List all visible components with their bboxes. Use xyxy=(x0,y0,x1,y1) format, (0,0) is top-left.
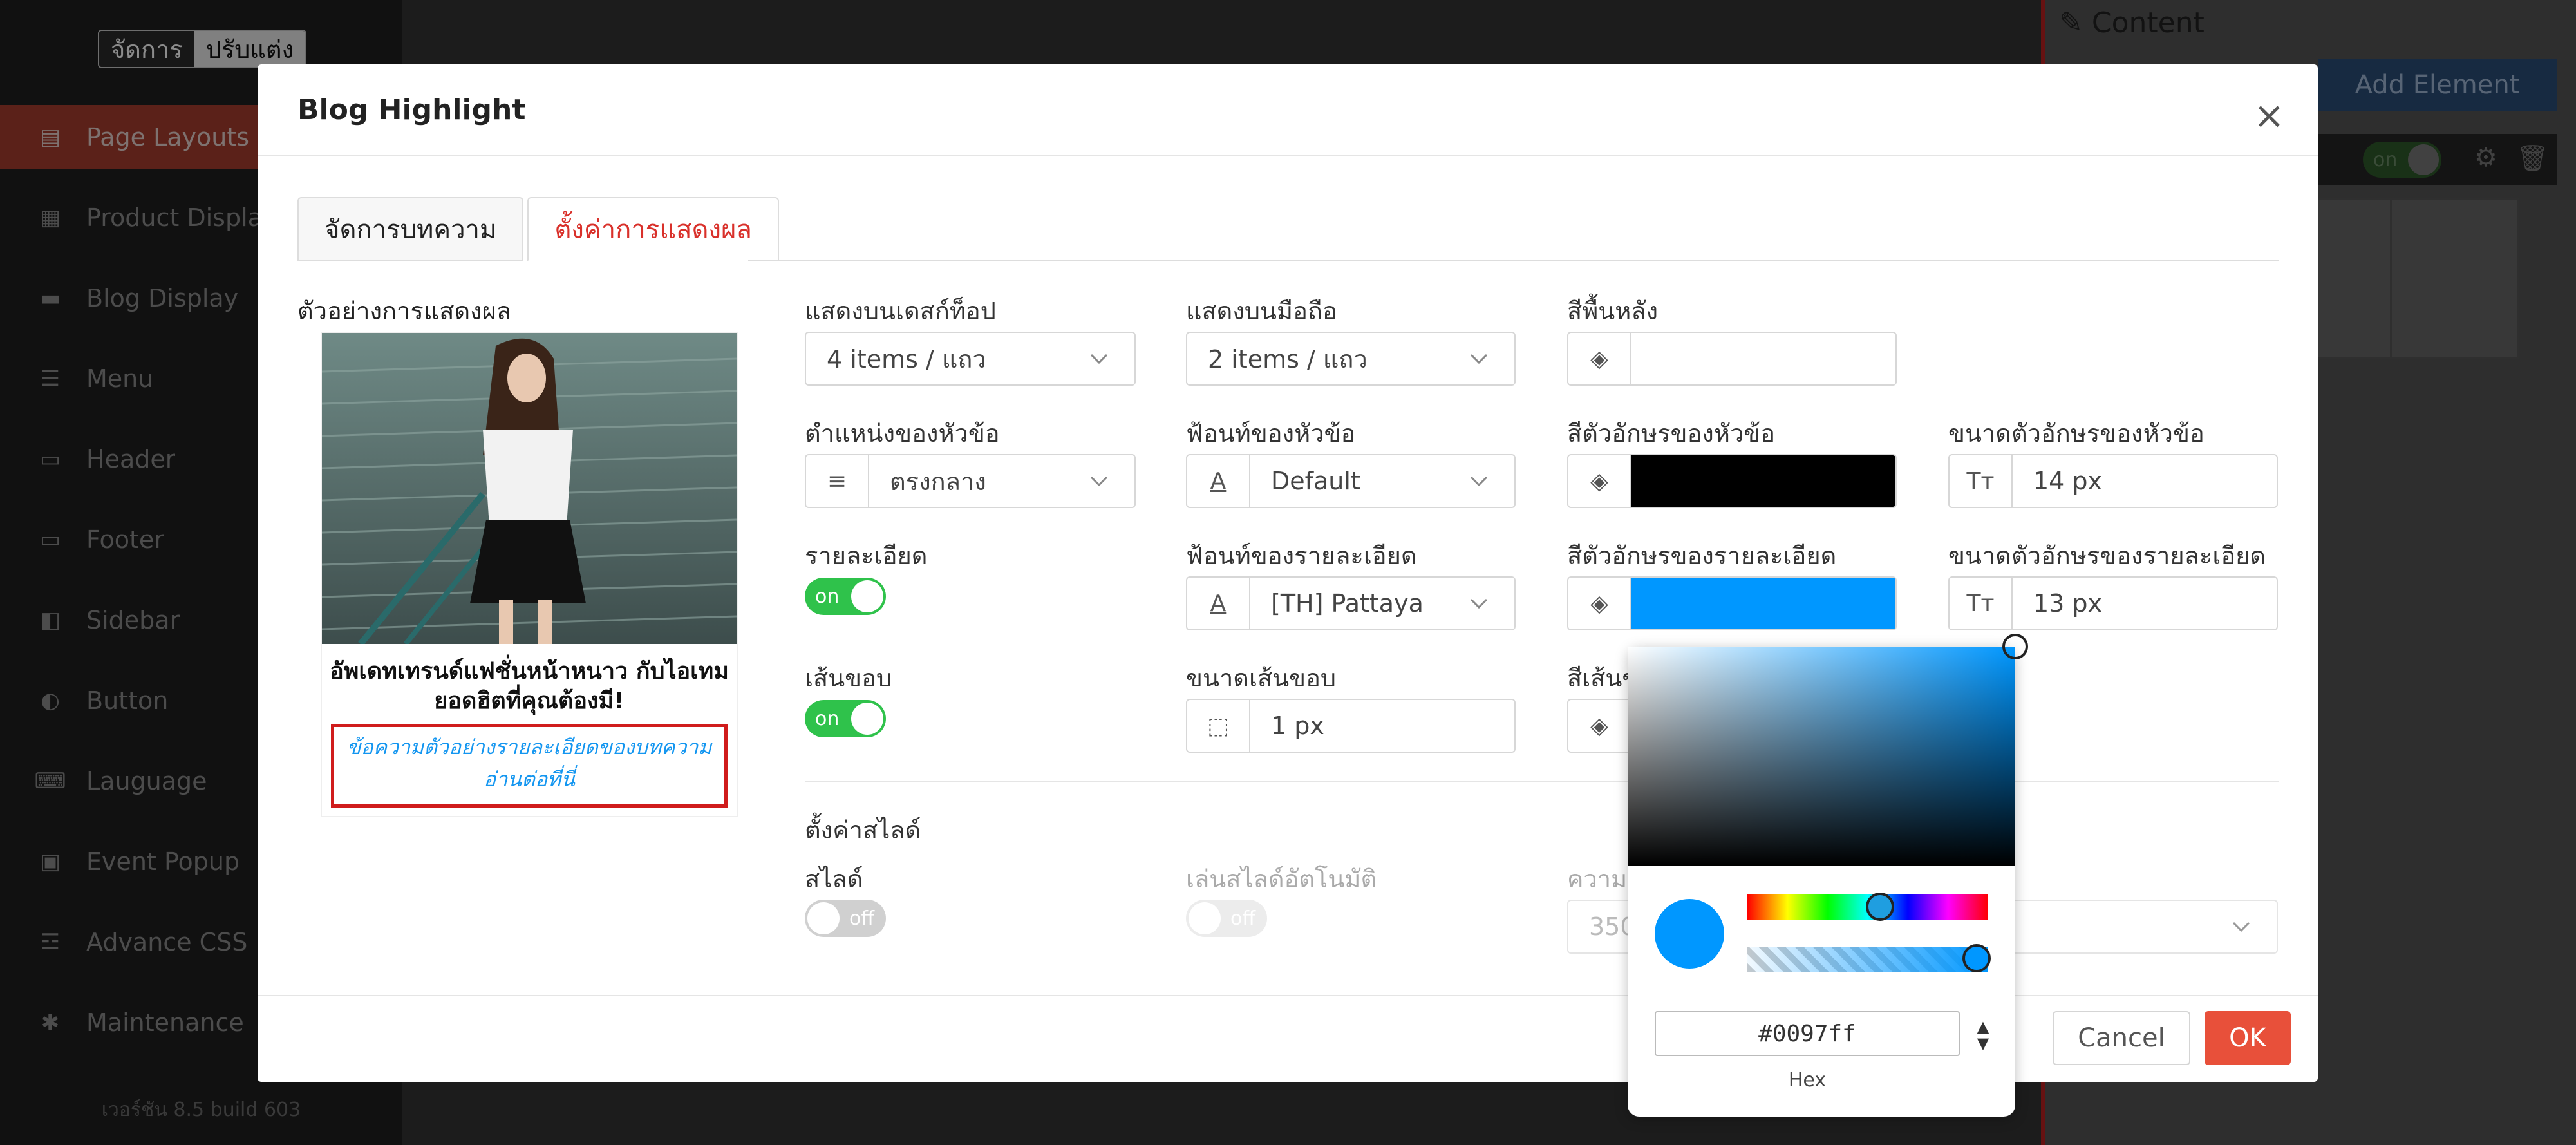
preview-title: อัพเดทเทรนด์แฟชั่นหน้าหนาว กับไอเทมยอดฮิ… xyxy=(330,658,729,714)
desktop-items-select[interactable]: 4 items / แถว xyxy=(805,332,1136,386)
detail-font-label: ฟ้อนท์ของรายละเอียด xyxy=(1186,542,1417,570)
bg-color-label: สีพื้นหลัง xyxy=(1567,297,1659,325)
slide-toggle[interactable]: off xyxy=(805,900,886,937)
font-icon: A xyxy=(1187,455,1250,507)
border-size-label: ขนาดเส้นขอบ xyxy=(1186,664,1337,692)
heading-color-label: สีตัวอักษรของหัวข้อ xyxy=(1567,419,1776,448)
mobile-items-select[interactable]: 2 items / แถว xyxy=(1186,332,1516,386)
paint-bucket-icon: ◈ xyxy=(1568,700,1631,752)
saturation-area[interactable] xyxy=(1628,647,2015,866)
input-value: 1 px xyxy=(1271,712,1324,740)
color-preview-swatch xyxy=(1655,899,1724,969)
detail-label: รายละเอียด xyxy=(805,542,928,570)
border-label: เส้นขอบ xyxy=(805,664,892,692)
preview-description: ข้อความตัวอย่างรายละเอียดของบทความ อ่านต… xyxy=(331,724,728,808)
preview-image xyxy=(322,333,737,644)
heading-font-label: ฟ้อนท์ของหัวข้อ xyxy=(1186,419,1356,448)
input-value: 14 px xyxy=(2033,467,2103,495)
heading-font-select[interactable]: A Default xyxy=(1186,454,1516,508)
heading-position-label: ตำแหน่งของหัวข้อ xyxy=(805,419,1000,448)
text-size-icon: Tт xyxy=(1950,578,2013,629)
desktop-label: แสดงบนเดสก์ท็อป xyxy=(805,297,996,325)
saturation-handle[interactable] xyxy=(2002,634,2028,659)
bg-color-field[interactable]: ◈ xyxy=(1567,332,1897,386)
autoplay-label: เล่นสไลด์อัตโนมัติ xyxy=(1186,865,1377,893)
heading-size-input[interactable]: Tт 14 px xyxy=(1948,454,2278,508)
close-icon[interactable]: × xyxy=(2253,97,2285,134)
modal-title: Blog Highlight xyxy=(297,93,526,126)
fashion-photo xyxy=(322,333,737,644)
detail-font-select[interactable]: A [TH] Pattaya xyxy=(1186,576,1516,630)
preview-label: ตัวอย่างการแสดงผล xyxy=(297,297,512,325)
font-icon: A xyxy=(1187,578,1250,629)
detail-size-label: ขนาดตัวอักษรของรายละเอียด xyxy=(1948,542,2266,570)
ok-button[interactable]: OK xyxy=(2205,1011,2291,1065)
section-divider xyxy=(805,781,2279,782)
alpha-slider[interactable] xyxy=(1747,947,1988,972)
mobile-label: แสดงบนมือถือ xyxy=(1186,297,1337,325)
paint-bucket-icon: ◈ xyxy=(1568,455,1631,507)
select-value: ตรงกลาง xyxy=(890,467,986,496)
detail-color-field[interactable]: ◈ xyxy=(1567,576,1897,630)
arrow-down-icon: ▼ xyxy=(1977,1034,1989,1052)
chevron-down-icon xyxy=(1089,471,1109,491)
select-value: [TH] Pattaya xyxy=(1271,589,1424,618)
chevron-down-icon xyxy=(1469,471,1489,491)
heading-color-swatch xyxy=(1631,455,1895,507)
detail-size-input[interactable]: Tт 13 px xyxy=(1948,576,2278,630)
chevron-down-icon xyxy=(1089,349,1109,368)
arrow-up-icon: ▲ xyxy=(1977,1017,1989,1036)
speed-label: ความเ xyxy=(1567,865,1636,893)
select-value: Default xyxy=(1271,467,1360,495)
select-value: 2 items / แถว xyxy=(1208,345,1368,374)
slide-section-title: ตั้งค่าสไลด์ xyxy=(805,816,921,844)
border-toggle[interactable]: on xyxy=(805,700,886,737)
hue-slider-handle[interactable] xyxy=(1865,893,1894,921)
border-icon: ⬚ xyxy=(1187,700,1250,752)
modal-header xyxy=(258,64,2318,156)
heading-color-field[interactable]: ◈ xyxy=(1567,454,1897,508)
detail-color-swatch xyxy=(1631,578,1895,629)
align-left-icon: ≡ xyxy=(806,455,869,507)
modal-tabs: จัดการบทความ ตั้งค่าการแสดงผล xyxy=(297,197,783,261)
tab-divider xyxy=(748,260,2279,261)
cancel-button[interactable]: Cancel xyxy=(2053,1011,2190,1065)
paint-bucket-icon: ◈ xyxy=(1568,333,1631,384)
detail-toggle[interactable]: on xyxy=(805,578,886,615)
heading-position-select[interactable]: ≡ ตรงกลาง xyxy=(805,454,1136,508)
border-size-input[interactable]: ⬚ 1 px xyxy=(1186,699,1516,753)
chevron-down-icon xyxy=(1469,349,1489,368)
input-value: 13 px xyxy=(2033,589,2103,618)
detail-color-label: สีตัวอักษรของรายละเอียด xyxy=(1567,542,1837,570)
color-format-label: Hex xyxy=(1788,1069,1827,1092)
alpha-slider-handle[interactable] xyxy=(1962,944,1991,972)
hex-input[interactable]: #0097ff xyxy=(1655,1011,1960,1056)
tab-display-settings[interactable]: ตั้งค่าการแสดงผล xyxy=(527,197,779,261)
slide-label: สไลด์ xyxy=(805,865,863,893)
tab-manage-articles[interactable]: จัดการบทความ xyxy=(297,197,524,261)
select-value: 4 items / แถว xyxy=(827,345,986,374)
heading-size-label: ขนาดตัวอักษรของหัวข้อ xyxy=(1948,419,2205,448)
format-toggle-arrows[interactable]: ▲ ▼ xyxy=(1971,1014,1995,1056)
chevron-down-icon xyxy=(1469,594,1489,613)
text-size-icon: Tт xyxy=(1950,455,2013,507)
autoplay-toggle[interactable]: off xyxy=(1186,900,1267,937)
paint-bucket-icon: ◈ xyxy=(1568,578,1631,629)
chevron-down-icon xyxy=(2232,917,2251,936)
